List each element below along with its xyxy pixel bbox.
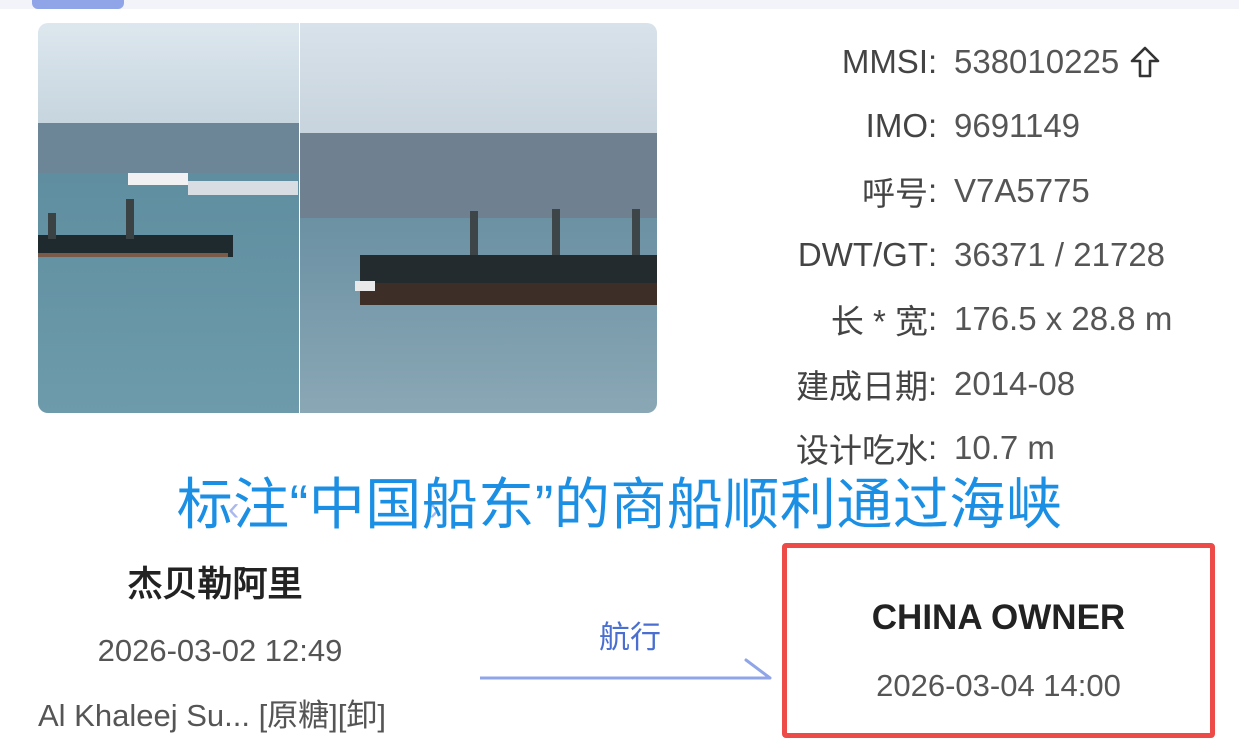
headline-caption: 标注“中国船东”的商船顺利通过海峡 (176, 473, 1063, 536)
dimensions-label: 长 * 宽 (830, 303, 928, 341)
callsign-label: 呼号 (862, 174, 928, 212)
dwt-gt-colon: : (928, 236, 938, 274)
info-row-dwt-gt: DWT/GT : 36371 / 21728 (700, 223, 1235, 287)
build-date-colon: : (928, 364, 938, 402)
voyage-arrow-icon (480, 658, 772, 680)
voyage-status-label: 航行 (599, 620, 661, 655)
callsign-value: V7A5775 (954, 171, 1090, 209)
imo-value: 9691149 (954, 107, 1081, 145)
imo-colon: : (928, 107, 938, 145)
mmsi-value: 538010225 (954, 43, 1120, 81)
build-date-value: 2014-08 (954, 364, 1076, 402)
draft-colon: : (928, 428, 938, 466)
mmsi-value-wrap: 538010225 (954, 43, 1161, 81)
origin-departure-time: 2026-03-02 12:49 (97, 633, 343, 668)
callsign-colon: : (928, 171, 938, 209)
info-row-mmsi: MMSI : 538010225 (700, 30, 1235, 94)
active-tab-indicator[interactable] (32, 0, 124, 9)
build-date-label: 建成日期 (796, 367, 928, 405)
ship-photo-2[interactable] (300, 23, 657, 413)
origin-port-name: 杰贝勒阿里 (127, 565, 303, 605)
dimensions-colon: : (928, 300, 938, 338)
mmsi-colon: : (928, 43, 938, 81)
share-up-arrow-icon[interactable] (1129, 45, 1161, 79)
draft-value: 10.7 m (954, 428, 1055, 466)
info-row-dimensions: 长 * 宽 : 176.5 x 28.8 m (700, 287, 1235, 351)
top-strip (0, 0, 1239, 9)
info-row-imo: IMO : 9691149 (700, 94, 1235, 158)
imo-label: IMO (865, 107, 928, 145)
ship-photo-2-image (300, 23, 657, 413)
dwt-gt-value: 36371 / 21728 (954, 236, 1166, 274)
origin-berth-cargo[interactable]: Al Khaleej Su... [原糖][卸] (38, 690, 498, 735)
info-row-build-date: 建成日期 : 2014-08 (700, 351, 1235, 415)
destination-card[interactable]: CHINA OWNER 2026-03-04 14:00 (782, 543, 1215, 738)
destination-eta: 2026-03-04 14:00 (876, 668, 1121, 703)
ship-photo-1-image (38, 23, 299, 413)
info-row-callsign: 呼号 : V7A5775 (700, 159, 1235, 223)
draft-label: 设计吃水 (796, 431, 928, 469)
dimensions-value: 176.5 x 28.8 m (954, 300, 1173, 338)
vessel-info-list: MMSI : 538010225 IMO : 9691149 呼号 : V7A5… (700, 30, 1235, 480)
mmsi-label: MMSI (841, 43, 928, 81)
dwt-gt-label: DWT/GT (797, 236, 928, 274)
ship-photo-1[interactable] (38, 23, 299, 413)
destination-name: CHINA OWNER (871, 598, 1126, 637)
